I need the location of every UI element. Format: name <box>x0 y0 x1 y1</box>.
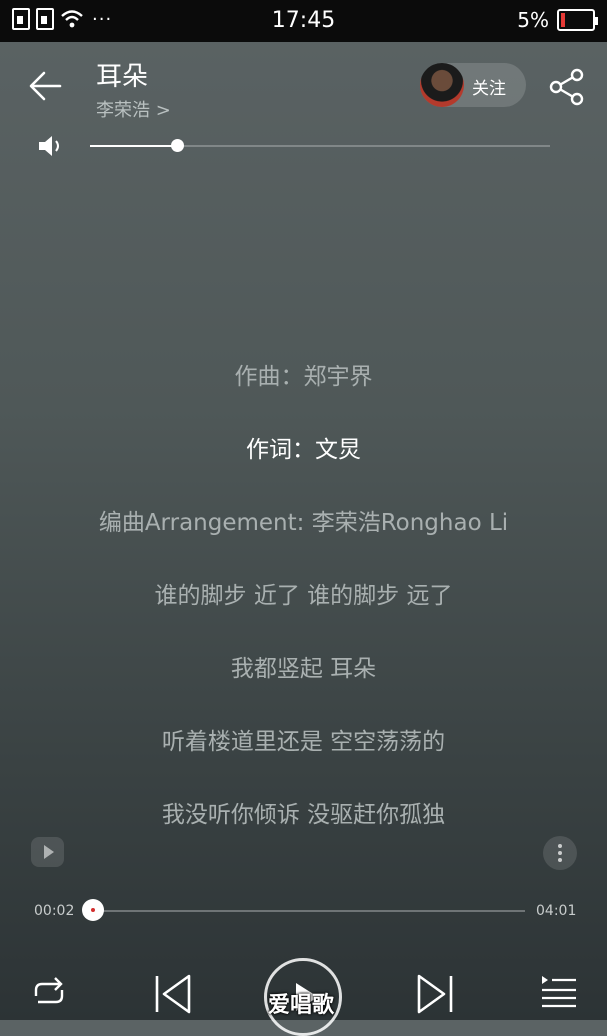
playlist-icon[interactable] <box>538 972 578 1010</box>
lyric-line: 编曲Arrangement: 李荣浩Ronghao Li <box>98 510 509 536</box>
status-bar-right: 5% <box>517 8 598 32</box>
lyric-line: 作曲：郑宇界 <box>234 364 373 390</box>
progress-slider-knob[interactable] <box>82 899 104 921</box>
clock: 17:45 <box>271 8 336 33</box>
progress-slider[interactable] <box>82 899 525 921</box>
lyric-line: 谁的脚步 近了 谁的脚步 远了 <box>154 583 453 609</box>
follow-button[interactable]: 关注 <box>420 63 526 107</box>
lyric-line-current: 作词：文炅 <box>246 437 361 463</box>
battery-percent: 5% <box>517 8 549 32</box>
current-time: 00:02 <box>34 903 75 919</box>
volume-slider[interactable] <box>90 139 550 152</box>
follow-label: 关注 <box>472 79 506 99</box>
mini-play-button[interactable] <box>31 837 64 867</box>
avatar[interactable] <box>420 63 464 107</box>
battery-icon <box>557 9 598 31</box>
total-time: 04:01 <box>536 903 577 919</box>
lyric-line: 我都竖起 耳朵 <box>230 656 377 682</box>
repeat-icon[interactable] <box>28 972 70 1012</box>
skip-previous-icon[interactable] <box>152 972 194 1016</box>
lyrics-panel[interactable]: 作曲：郑宇界 作词：文炅 编曲Arrangement: 李荣浩Ronghao L… <box>0 360 607 871</box>
volume-icon[interactable] <box>36 134 64 158</box>
volume-slider-fill <box>90 145 178 147</box>
arrow-left-icon[interactable] <box>26 66 70 106</box>
share-icon[interactable] <box>548 68 586 106</box>
artist-link[interactable]: 李荣浩 > <box>96 96 171 122</box>
volume-slider-knob[interactable] <box>171 139 185 152</box>
watermark-text: 爱唱歌 <box>268 993 335 1018</box>
status-bar: ··· 17:45 5% <box>0 0 607 42</box>
lyric-line: 我没听你倾诉 没驱赶你孤独 <box>161 802 446 828</box>
lyric-line: 听着楼道里还是 空空荡荡的 <box>161 729 446 755</box>
skip-next-icon[interactable] <box>414 972 456 1016</box>
song-title: 耳朵 <box>96 62 149 92</box>
more-options-icon[interactable] <box>543 836 577 870</box>
